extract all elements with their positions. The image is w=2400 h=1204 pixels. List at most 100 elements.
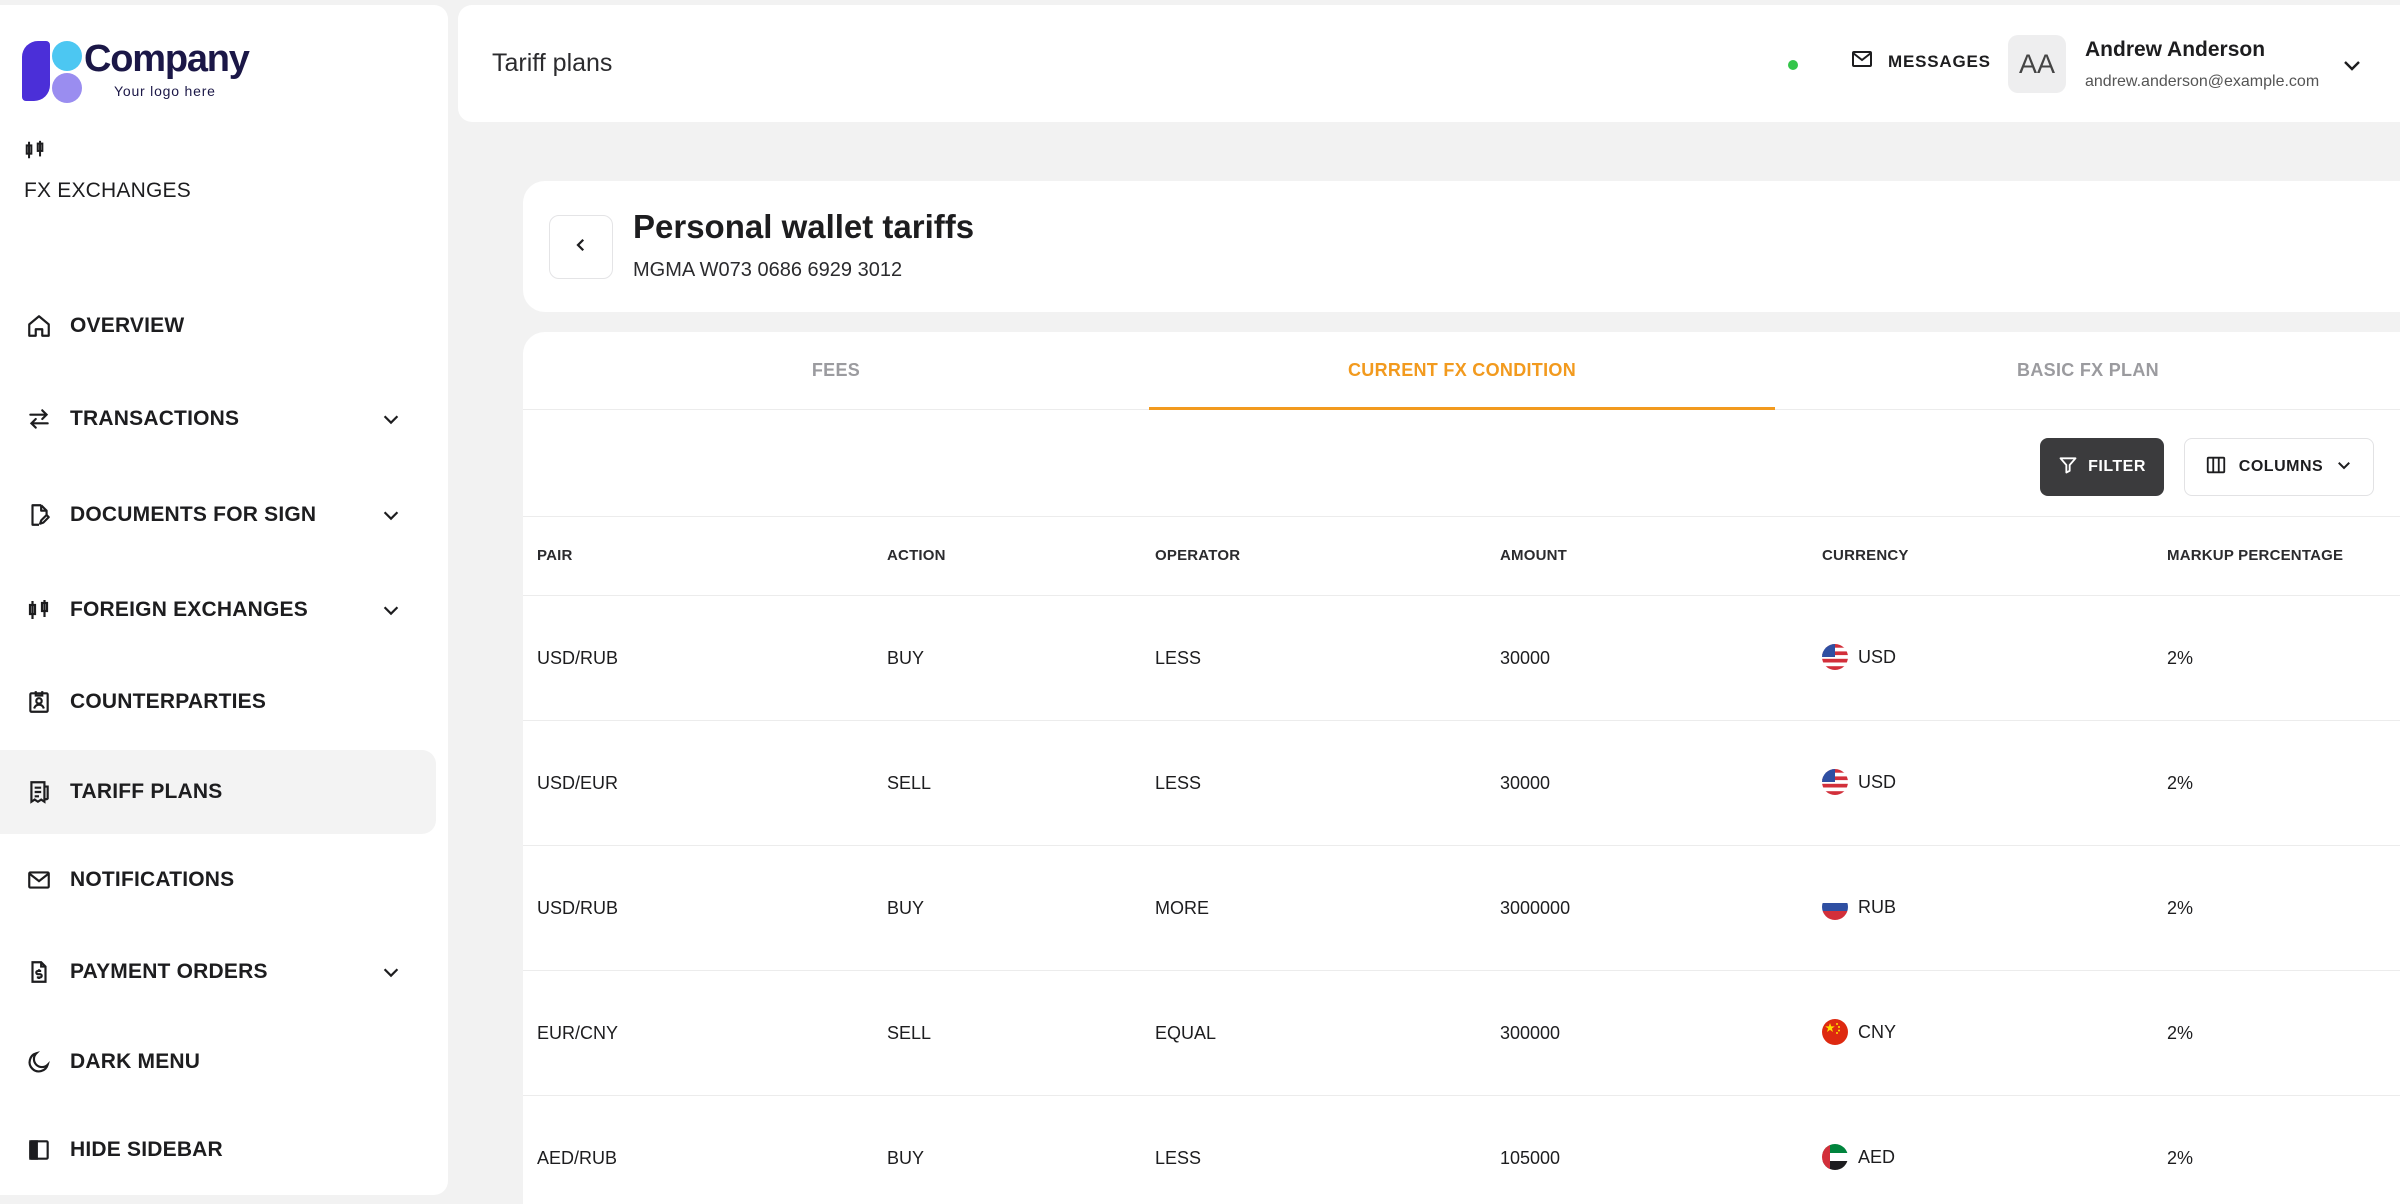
cell-operator: LESS <box>1155 1148 1202 1168</box>
filter-icon <box>2058 455 2078 480</box>
sidebar-item-label: FOREIGN EXCHANGES <box>70 598 308 621</box>
cell-operator: MORE <box>1155 898 1209 918</box>
table-header: PAIR ACTION OPERATOR AMOUNT CURRENCY MAR… <box>523 516 2400 596</box>
currency-code: CNY <box>1858 1021 1897 1042</box>
cell-pair: AED/RUB <box>537 1148 618 1168</box>
cell-amount: 3000000 <box>1500 898 1571 918</box>
user-menu-chevron-down-icon[interactable] <box>2340 53 2366 79</box>
currency-code: USD <box>1858 646 1897 667</box>
table-row[interactable]: USD/EUR SELL LESS 30000 USD 2% <box>523 721 2400 846</box>
tab-fees[interactable]: FEES <box>523 360 1149 381</box>
table-row[interactable]: USD/RUB BUY LESS 30000 USD 2% <box>523 596 2400 721</box>
sidebar-icon <box>24 1135 54 1165</box>
column-header-action[interactable]: ACTION <box>887 547 946 564</box>
us-flag-icon <box>1822 769 1848 795</box>
logo-tagline: Your logo here <box>114 83 216 99</box>
currency-code: USD <box>1858 771 1897 792</box>
tab-bar: FEES CURRENT FX CONDITION BASIC FX PLAN <box>523 332 2400 410</box>
logo-name: Company <box>84 38 250 80</box>
cell-action: BUY <box>887 648 925 668</box>
tab-basic-fx-plan[interactable]: BASIC FX PLAN <box>1775 360 2400 381</box>
cell-action: BUY <box>887 898 925 918</box>
cell-operator: EQUAL <box>1155 1023 1217 1043</box>
cell-markup: 2% <box>2167 1148 2194 1168</box>
column-header-amount[interactable]: AMOUNT <box>1500 547 1567 564</box>
cell-currency: USD <box>1822 644 1896 670</box>
column-header-operator[interactable]: OPERATOR <box>1155 547 1240 564</box>
home-icon <box>24 311 54 341</box>
fx-exchanges-section: FX EXCHANGES <box>24 139 191 203</box>
filter-label: FILTER <box>2088 458 2146 475</box>
cell-pair: USD/EUR <box>537 773 619 793</box>
sidebar-item-label: TARIFF PLANS <box>70 780 223 803</box>
sidebar-item-payment-orders[interactable]: PAYMENT ORDERS <box>0 930 436 1014</box>
sidebar-item-counterparties[interactable]: COUNTERPARTIES <box>0 660 436 744</box>
cell-amount: 300000 <box>1500 1023 1561 1043</box>
fx-exchanges-label: FX EXCHANGES <box>24 179 191 202</box>
cell-operator: LESS <box>1155 773 1202 793</box>
sidebar-item-overview[interactable]: OVERVIEW <box>0 284 436 368</box>
china-flag-icon <box>1822 1019 1848 1045</box>
chevron-down-icon[interactable] <box>376 595 406 625</box>
company-logo[interactable]: Company Your logo here <box>22 37 250 105</box>
currency-code: RUB <box>1858 896 1897 917</box>
document-sign-icon <box>24 500 54 530</box>
uae-flag-icon <box>1822 1144 1848 1170</box>
cell-currency: CNY <box>1822 1019 1896 1045</box>
active-tab-indicator <box>1149 407 1775 410</box>
mail-icon <box>1850 47 1874 76</box>
columns-button[interactable]: COLUMNS <box>2184 438 2374 496</box>
sidebar-item-tariff-plans[interactable]: TARIFF PLANS <box>0 750 436 834</box>
cell-markup: 2% <box>2167 773 2194 793</box>
cell-currency: RUB <box>1822 894 1896 920</box>
chevron-down-icon[interactable] <box>376 957 406 987</box>
messages-button[interactable]: MESSAGES <box>1850 47 1991 76</box>
avatar[interactable]: AA <box>2008 35 2066 93</box>
cell-currency: USD <box>1822 769 1896 795</box>
cell-amount: 30000 <box>1500 773 1551 793</box>
back-button[interactable] <box>549 215 613 279</box>
cell-pair: USD/RUB <box>537 898 619 918</box>
table-row[interactable]: USD/RUB BUY MORE 3000000 RUB 2% <box>523 846 2400 971</box>
chevron-down-icon[interactable] <box>376 404 406 434</box>
sidebar-item-notifications[interactable]: NOTIFICATIONS <box>0 838 436 922</box>
tariff-table-card: FEES CURRENT FX CONDITION BASIC FX PLAN … <box>523 332 2400 1204</box>
cell-action: BUY <box>887 1148 925 1168</box>
table-row[interactable]: AED/RUB BUY LESS 105000 AED 2% <box>523 1096 2400 1204</box>
sidebar-item-label: COUNTERPARTIES <box>70 690 267 713</box>
columns-icon <box>2205 454 2227 481</box>
filter-button[interactable]: FILTER <box>2040 438 2164 496</box>
cell-amount: 105000 <box>1500 1148 1561 1168</box>
cell-pair: EUR/CNY <box>537 1023 619 1043</box>
sidebar-item-label: HIDE SIDEBAR <box>70 1138 223 1161</box>
chevron-down-icon[interactable] <box>376 500 406 530</box>
wallet-title: Personal wallet tariffs <box>633 208 975 245</box>
cell-markup: 2% <box>2167 898 2194 918</box>
sidebar-item-transactions[interactable]: TRANSACTIONS <box>0 377 436 461</box>
columns-label: COLUMNS <box>2238 458 2324 475</box>
column-header-currency[interactable]: CURRENCY <box>1822 547 1909 564</box>
column-header-pair[interactable]: PAIR <box>537 547 573 564</box>
candlestick-icon <box>24 139 191 161</box>
cell-action: SELL <box>887 1023 932 1043</box>
sidebar: Company Your logo here FX EXCHANGES OVER… <box>0 5 448 1195</box>
app-root: Company Your logo here FX EXCHANGES OVER… <box>0 0 2400 1204</box>
messages-label: MESSAGES <box>1888 51 1991 71</box>
column-header-markup-percentage[interactable]: MARKUP PERCENTAGE <box>2167 547 2343 564</box>
sidebar-item-hide-sidebar[interactable]: HIDE SIDEBAR <box>0 1108 436 1192</box>
sidebar-item-dark-menu[interactable]: DARK MENU <box>0 1020 436 1104</box>
wallet-account-number: MGMA W073 0686 6929 3012 <box>633 259 903 281</box>
receipt-icon <box>24 777 54 807</box>
mail-icon <box>24 865 54 895</box>
user-email: andrew.anderson@example.com <box>2085 73 2320 90</box>
cell-operator: LESS <box>1155 648 1202 668</box>
cell-action: SELL <box>887 773 932 793</box>
dollar-document-icon <box>24 957 54 987</box>
sidebar-item-documents-for-sign[interactable]: DOCUMENTS FOR SIGN <box>0 473 436 557</box>
sidebar-item-label: DARK MENU <box>70 1050 201 1073</box>
wallet-header-card: Personal wallet tariffs MGMA W073 0686 6… <box>523 181 2400 312</box>
table-row[interactable]: EUR/CNY SELL EQUAL 300000 CNY 2% <box>523 971 2400 1096</box>
chevron-left-icon <box>572 236 590 259</box>
sidebar-item-foreign-exchanges[interactable]: FOREIGN EXCHANGES <box>0 568 436 652</box>
tab-current-fx-condition[interactable]: CURRENT FX CONDITION <box>1149 360 1775 381</box>
